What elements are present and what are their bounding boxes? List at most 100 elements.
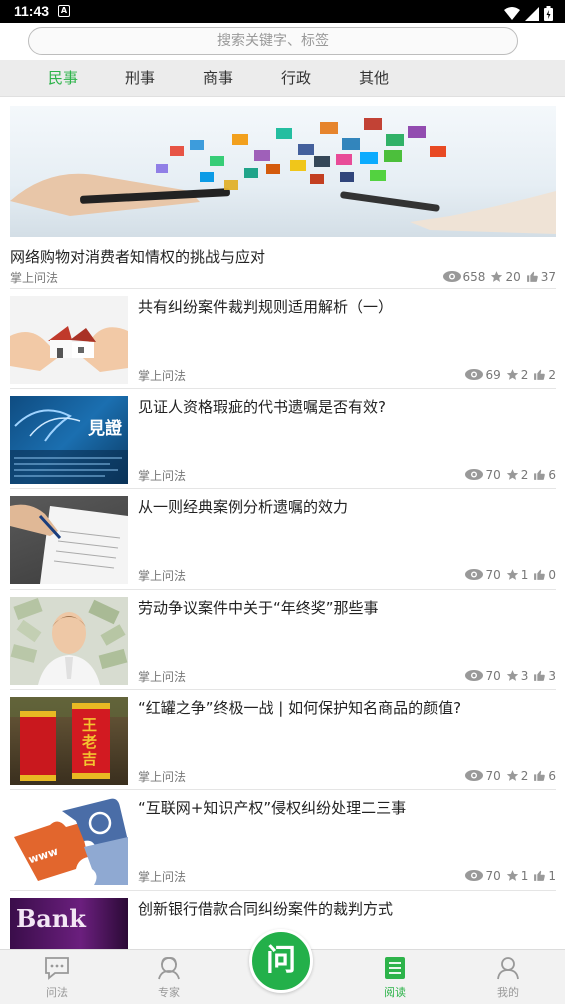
nav-label: 问法 [46, 986, 68, 999]
likes-count: 0 [548, 567, 556, 582]
featured-stats: 658 20 37 [438, 269, 556, 284]
stars-count: 1 [520, 868, 529, 883]
likes-count: 1 [548, 868, 556, 883]
views-count: 70 [485, 668, 501, 683]
thumbnail-text: 王老吉 [82, 716, 98, 768]
featured-title: 网络购物对消费者知情权的挑战与应对 [10, 248, 266, 266]
list-item[interactable]: 共有纠纷案件裁判规则适用解析（一） 掌上问法 69 2 2 [10, 288, 556, 388]
profile-icon [497, 957, 519, 980]
nav-ask-law[interactable]: 问法 [22, 950, 92, 1004]
article-title: “互联网+知识产权”侵权纠纷处理二三事 [138, 799, 407, 817]
likes-count: 3 [548, 668, 556, 683]
article-stats: 70 3 3 [460, 668, 556, 683]
article-thumbnail [10, 597, 128, 685]
article-thumbnail: 王老吉 [10, 697, 128, 785]
article-stats: 70 1 1 [460, 868, 556, 883]
star-icon [506, 870, 518, 881]
thumbnail-text: 見證 [88, 419, 122, 439]
ask-question-button[interactable]: 问 [249, 929, 313, 993]
featured-image [10, 106, 556, 237]
featured-source: 掌上问法 [10, 271, 59, 285]
views-count: 70 [485, 868, 501, 883]
likes-count: 37 [540, 269, 556, 284]
views-count: 70 [485, 768, 501, 783]
views-icon [465, 369, 484, 380]
list-item[interactable]: 从一则经典案例分析遗嘱的效力 掌上问法 70 1 0 [10, 488, 556, 588]
article-source: 掌上问法 [138, 670, 187, 684]
nav-experts[interactable]: 专家 [134, 950, 204, 1004]
views-count: 69 [485, 367, 501, 382]
thumbnail-text: Bank [16, 904, 86, 933]
battery-icon [544, 6, 553, 21]
article-stats: 69 2 2 [460, 367, 556, 382]
views-count: 70 [485, 567, 501, 582]
nav-profile[interactable]: 我的 [473, 950, 543, 1004]
views-icon [465, 870, 484, 881]
article-source: 掌上问法 [138, 369, 187, 383]
stars-count: 2 [520, 768, 529, 783]
like-icon [534, 670, 546, 681]
status-indicators [503, 3, 553, 21]
article-stats: 70 2 6 [460, 467, 556, 482]
article-thumbnail [10, 496, 128, 584]
article-thumbnail: www [10, 797, 128, 885]
stars-count: 2 [520, 467, 529, 482]
star-icon [506, 469, 518, 480]
likes-count: 2 [548, 367, 556, 382]
views-icon [465, 469, 484, 480]
ask-button-label: 问 [266, 943, 296, 978]
stars-count: 2 [520, 367, 529, 382]
nav-reading[interactable]: 阅读 [360, 950, 430, 1004]
article-title: 共有纠纷案件裁判规则适用解析（一） [138, 298, 394, 316]
reading-icon [385, 957, 405, 979]
category-tabs: 民事 刑事 商事 行政 其他 [0, 60, 565, 97]
article-title: 从一则经典案例分析遗嘱的效力 [138, 498, 349, 516]
article-source: 掌上问法 [138, 870, 187, 884]
stars-count: 20 [505, 269, 521, 284]
star-icon [506, 569, 518, 580]
search-bar: 搜索关键字、标签 [0, 23, 565, 59]
tab-commercial[interactable]: 商事 [203, 60, 233, 97]
nav-label: 专家 [158, 986, 180, 999]
list-item[interactable]: 王老吉 “红罐之争”终极一战 | 如何保护知名商品的颜值? 掌上问法 70 2 6 [10, 689, 556, 789]
tab-other[interactable]: 其他 [359, 60, 389, 97]
tab-criminal[interactable]: 刑事 [125, 60, 155, 97]
chat-icon [45, 957, 69, 980]
article-stats: 70 1 0 [460, 567, 556, 582]
like-icon [534, 369, 546, 380]
tab-administrative[interactable]: 行政 [281, 60, 311, 97]
views-count: 658 [462, 269, 486, 284]
article-feed: 网络购物对消费者知情权的挑战与应对 掌上问法 658 20 37 共有纠纷案件裁判规… [0, 97, 565, 949]
featured-article[interactable]: 网络购物对消费者知情权的挑战与应对 掌上问法 658 20 37 [10, 106, 556, 285]
list-item[interactable]: www “互联网+知识产权”侵权纠纷处理二三事 掌上问法 70 1 1 [10, 789, 556, 889]
nav-label: 我的 [497, 986, 519, 999]
tab-civil[interactable]: 民事 [48, 60, 78, 97]
likes-count: 6 [548, 768, 556, 783]
like-icon [534, 870, 546, 881]
views-icon [442, 271, 461, 282]
views-icon [465, 770, 484, 781]
like-icon [534, 569, 546, 580]
search-input[interactable]: 搜索关键字、标签 [28, 27, 518, 55]
views-count: 70 [485, 467, 501, 482]
like-icon [534, 770, 546, 781]
like-icon [526, 271, 538, 282]
like-icon [534, 469, 546, 480]
star-icon [506, 369, 518, 380]
article-thumbnail: Bank [10, 898, 128, 949]
stars-count: 3 [520, 668, 529, 683]
views-icon [465, 670, 484, 681]
article-title: 劳动争议案件中关于“年终奖”那些事 [138, 599, 379, 617]
article-source: 掌上问法 [138, 569, 187, 583]
star-icon [506, 670, 518, 681]
list-item[interactable]: 見證 见证人资格瑕疵的代书遗嘱是否有效? 掌上问法 70 2 6 [10, 388, 556, 488]
status-time: 11:43 [14, 3, 50, 19]
star-icon [491, 271, 503, 282]
article-title: “红罐之争”终极一战 | 如何保护知名商品的颜值? [138, 699, 462, 717]
article-thumbnail [10, 296, 128, 384]
app-notification-icon: A [58, 5, 70, 17]
signal-icon [524, 6, 539, 21]
status-bar: 11:43 A [0, 0, 565, 23]
list-item[interactable]: 劳动争议案件中关于“年终奖”那些事 掌上问法 70 3 3 [10, 589, 556, 689]
article-source: 掌上问法 [138, 469, 187, 483]
